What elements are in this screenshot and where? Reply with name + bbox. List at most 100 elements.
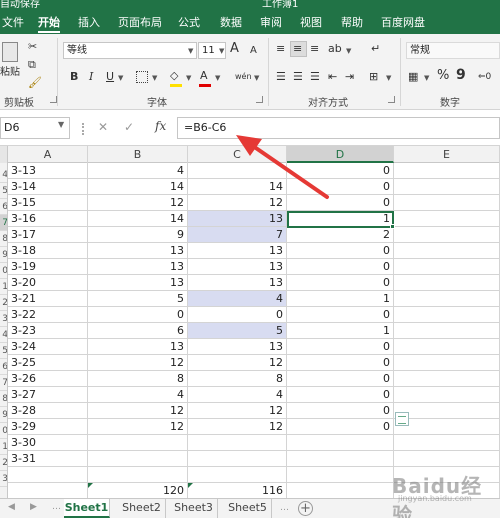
cell-a[interactable]: 3-21 (8, 291, 88, 307)
tab-view[interactable]: 视图 (300, 14, 322, 30)
cell-d[interactable] (287, 483, 394, 498)
cell-d[interactable]: 0 (287, 403, 394, 419)
cell-a[interactable]: 3-30 (8, 435, 88, 451)
sheet-tab-sheet3[interactable]: Sheet3 (170, 499, 218, 518)
cell-b[interactable]: 8 (88, 371, 188, 387)
cell-b[interactable] (88, 435, 188, 451)
scroll-left-icon[interactable]: ◀ (8, 502, 15, 512)
cell-c[interactable]: 13 (188, 259, 287, 275)
cell-a[interactable]: 3-15 (8, 195, 88, 211)
sheet-tab-sheet2[interactable]: Sheet2 (118, 499, 166, 518)
cell-c[interactable]: 7 (188, 227, 287, 243)
column-header-d[interactable]: D (287, 146, 394, 163)
merge-center-icon[interactable]: ⊞ (369, 70, 378, 84)
copy-icon[interactable]: ⧉ (28, 58, 36, 72)
cell-c[interactable]: 116 (188, 483, 287, 498)
cell-c[interactable]: 4 (188, 291, 287, 307)
cell-b[interactable]: 0 (88, 307, 188, 323)
clipboard-launcher-icon[interactable] (50, 96, 57, 103)
cell-b[interactable]: 4 (88, 163, 188, 179)
row-header[interactable]: 1 (0, 439, 7, 455)
cell-e[interactable] (394, 275, 500, 291)
cell-a[interactable]: 3-18 (8, 243, 88, 259)
cell-c[interactable]: 4 (188, 387, 287, 403)
cell-d[interactable] (287, 435, 394, 451)
row-header[interactable]: 1 (0, 279, 7, 295)
row-header[interactable]: 7 (0, 375, 7, 391)
paste-label[interactable]: 粘贴 (0, 66, 20, 80)
align-left-icon[interactable]: ☰ (276, 70, 286, 84)
cell-e[interactable] (394, 307, 500, 323)
cell-b[interactable]: 13 (88, 275, 188, 291)
cell-d[interactable]: 1 (287, 291, 394, 307)
cell-e[interactable] (394, 451, 500, 467)
cell-d[interactable]: 2 (287, 227, 394, 243)
cell-c[interactable]: 8 (188, 371, 287, 387)
cell-c[interactable]: 12 (188, 419, 287, 435)
tab-insert[interactable]: 插入 (78, 14, 100, 30)
cell-d[interactable]: 0 (287, 163, 394, 179)
cell-b[interactable]: 13 (88, 243, 188, 259)
cell-a[interactable]: 3-26 (8, 371, 88, 387)
cell-a[interactable]: 3-19 (8, 259, 88, 275)
wrap-text-icon[interactable]: ↵ (371, 42, 380, 56)
comma-style-button[interactable]: 9 (456, 68, 466, 82)
fill-color-icon[interactable]: ◇ (170, 69, 178, 83)
cell-e[interactable] (394, 339, 500, 355)
shrink-font-icon[interactable]: A (250, 44, 257, 58)
cell-b[interactable]: 12 (88, 355, 188, 371)
cell-e[interactable] (394, 195, 500, 211)
cell-c[interactable] (188, 435, 287, 451)
row-header[interactable]: 7 (0, 215, 7, 231)
cell-e[interactable] (394, 323, 500, 339)
column-header-e[interactable]: E (394, 146, 500, 163)
row-header[interactable]: 0 (0, 423, 7, 439)
cell-b[interactable]: 12 (88, 195, 188, 211)
cell-d[interactable]: 1 (287, 211, 394, 227)
cell-b[interactable]: 12 (88, 403, 188, 419)
cell-d[interactable] (287, 451, 394, 467)
cell-e[interactable] (394, 259, 500, 275)
cell-d[interactable]: 0 (287, 307, 394, 323)
cell-b[interactable]: 120 (88, 483, 188, 498)
cell-b[interactable]: 4 (88, 387, 188, 403)
cell-d[interactable]: 0 (287, 243, 394, 259)
cell-c[interactable] (188, 163, 287, 179)
cell-d[interactable]: 0 (287, 339, 394, 355)
column-header-c[interactable]: C (188, 146, 287, 163)
cell-a[interactable]: 3-23 (8, 323, 88, 339)
cell-a[interactable]: 3-24 (8, 339, 88, 355)
cell-c[interactable]: 5 (188, 323, 287, 339)
more-icon[interactable]: … (52, 502, 61, 512)
scroll-right-icon[interactable]: ▶ (30, 502, 37, 512)
cell-b[interactable]: 14 (88, 179, 188, 195)
cell-a[interactable]: 3-22 (8, 307, 88, 323)
cell-e[interactable] (394, 291, 500, 307)
paste-icon[interactable] (2, 42, 18, 62)
row-header[interactable]: 2 (0, 455, 7, 471)
cell-a[interactable]: 3-29 (8, 419, 88, 435)
cell-d[interactable]: 1 (287, 323, 394, 339)
tab-data[interactable]: 数据 (220, 14, 242, 30)
italic-button[interactable]: I (89, 70, 93, 84)
font-name-select[interactable]: 等线 (63, 42, 197, 59)
cell-d[interactable]: 0 (287, 195, 394, 211)
row-header[interactable]: 9 (0, 407, 7, 423)
increase-decimal-icon[interactable]: ⇐0 (478, 70, 491, 84)
underline-button[interactable]: U (106, 70, 114, 84)
cell-b[interactable]: 6 (88, 323, 188, 339)
cell-b[interactable]: 13 (88, 339, 188, 355)
increase-indent-icon[interactable]: ⇥ (345, 70, 354, 84)
sheet-tab-sheet5[interactable]: Sheet5 (224, 499, 272, 518)
cell-a[interactable] (8, 467, 88, 483)
cell-d[interactable]: 0 (287, 387, 394, 403)
cell-a[interactable]: 3-31 (8, 451, 88, 467)
row-header[interactable]: 3 (0, 311, 7, 327)
row-header[interactable]: 9 (0, 247, 7, 263)
cancel-icon[interactable]: ✕ (98, 120, 108, 134)
phonetic-icon[interactable]: wén (235, 70, 252, 84)
cell-e[interactable] (394, 243, 500, 259)
number-format-select[interactable]: 常规 (406, 42, 500, 59)
cell-a[interactable] (8, 483, 88, 498)
fill-handle[interactable] (390, 224, 395, 229)
